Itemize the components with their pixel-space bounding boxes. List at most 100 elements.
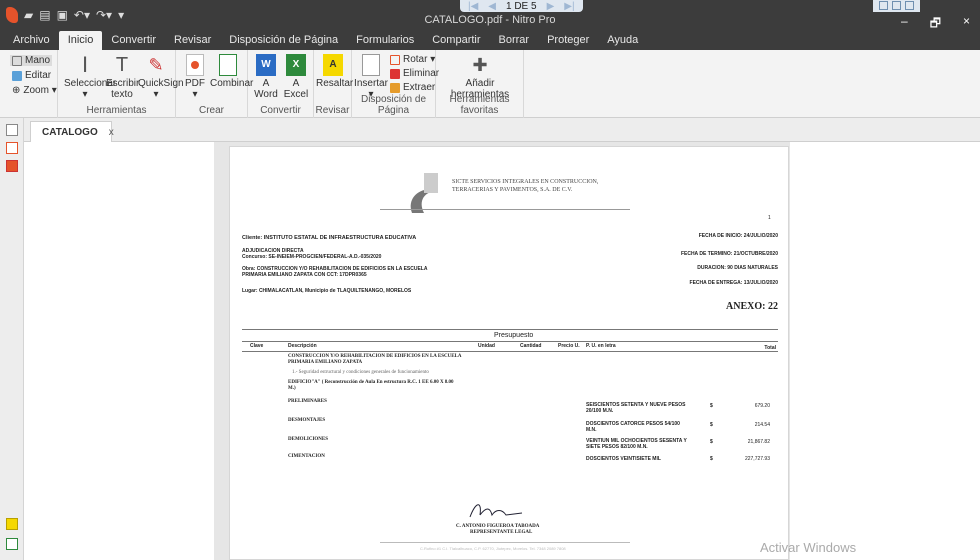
company-name-line1: SICTE SERVICIOS INTEGRALES EN CONSTRUCCI… [452,179,599,185]
rotate-label: Rotar ▾ [403,54,436,65]
tab-archivo[interactable]: Archivo [4,31,59,50]
col-unidad: Unidad [478,343,495,349]
tab-borrar[interactable]: Borrar [490,31,539,50]
company-name-line2: TERRACERIAS Y PAVIMENTOS, S.A. DE C.V. [452,187,573,193]
row-total: 21,867.82 [747,439,770,445]
pages-panel-icon[interactable] [5,124,18,136]
pdf-button[interactable]: PDF ▾ [180,54,210,100]
extract-icon [390,82,400,93]
table-header-rule [242,341,778,342]
hand-tool-button[interactable]: Mano [10,55,53,66]
next-page-icon[interactable]: ▶ [547,1,555,12]
pdf-page[interactable]: SICTE SERVICIOS INTEGRALES EN CONSTRUCCI… [229,146,789,560]
view-mode-buttons [873,0,920,12]
table-top-rule [242,329,778,330]
comments-panel-icon[interactable] [6,518,18,530]
delivery-date: FECHA DE ENTREGA: 13/JULIO/2020 [689,280,778,286]
duration: DURACION: 90 DIAS NATURALES [697,265,778,271]
add-tools-label-1: Añadir [465,78,495,89]
zoom-button[interactable]: ⊕ Zoom ▾ [12,85,57,96]
signer-title: REPRESENTANTE LEGAL [470,530,533,535]
to-excel-label-1: A [292,78,300,89]
row-currency: $ [710,456,713,462]
tab-ayuda[interactable]: Ayuda [598,31,647,50]
desc-line5: M.) [288,386,296,391]
delete-label: Eliminar [403,68,440,79]
view-facing-icon[interactable] [905,1,914,10]
client-line: Cliente: INSTITUTO ESTATAL DE INFRAESTRU… [242,235,417,241]
view-continuous-icon[interactable] [892,1,901,10]
document-viewport[interactable]: SICTE SERVICIOS INTEGRALES EN CONSTRUCCI… [24,142,980,560]
highlight-button[interactable]: A Resaltar [316,54,353,89]
rotate-button[interactable]: Rotar ▾ [390,54,435,65]
type-text-button[interactable]: T Escribir texto [106,54,139,100]
tab-revisar[interactable]: Revisar [165,31,220,50]
tab-formularios[interactable]: Formularios [347,31,423,50]
end-date: FECHA DE TERMINO: 21/OCTUBRE/2020 [680,251,778,257]
to-excel-label-2: Excel [283,89,309,100]
doc-tab-catalogo[interactable]: CATALOGO x [30,121,114,142]
combine-label: Combinar [210,78,254,89]
row-letra-2: 20/100 M.N. [586,408,614,414]
tab-inicio[interactable]: Inicio [58,31,103,50]
select-text-icon: I [81,52,89,77]
pen-icon: ✎ [148,55,164,75]
row-letra-1: DOSCIENTOS CATORCE PESOS 54/100 [586,421,680,427]
to-excel-button[interactable]: X A Excel [282,54,310,100]
footer-address: C.Rufino #1 C.I. Tlalcalhuaco, C.P. 6277… [420,546,566,551]
ribbon: Mano Editar ⊕ Zoom ▾ I Seleccionar ▾ T Es… [0,50,980,118]
edit-tool-button[interactable]: Editar [12,70,51,81]
word-icon: W [256,54,276,76]
crear-group: PDF ▾ Combinar Crear [176,50,253,118]
tools-icon: ✚ [472,55,488,75]
last-page-icon[interactable]: ▶| [564,1,574,12]
revisar-label: Revisar [315,105,350,116]
zoom-label: Zoom ▾ [23,85,57,96]
revisar-group: A Resaltar Revisar [314,50,353,118]
edit-icon [12,70,22,81]
favoritas-label: Herramientas favoritas [449,94,510,116]
select-button[interactable]: I Seleccionar ▾ [64,52,116,101]
table-title: Presupuesto [494,332,534,339]
page-indicator[interactable]: 1 DE 5 [506,1,537,12]
anexo-label: ANEXO: 22 [726,301,778,312]
tab-compartir[interactable]: Compartir [423,31,489,50]
document-tabs: CATALOGO x [24,118,980,142]
col-precio: Precio U. [558,343,580,349]
tab-disposicion[interactable]: Disposición de Página [220,31,347,50]
location: Lugar: CHIMALACATLAN, Municipio de TLAQU… [242,288,412,294]
row-currency: $ [710,422,713,428]
close-tab-icon[interactable]: x [109,127,114,138]
tab-convertir[interactable]: Convertir [102,31,165,50]
signature-panel-icon[interactable] [6,538,18,550]
crear-label: Crear [198,105,224,116]
row-total: 227,727.93 [744,456,770,462]
attachments-panel-icon[interactable] [5,142,18,154]
desc-line3: 1.- Seguridad estructural y condiciones … [292,370,429,375]
prev-page-icon[interactable]: ◀ [488,1,496,12]
first-page-icon[interactable]: |◀ [468,1,478,12]
combine-button[interactable]: Combinar [210,54,253,89]
page-number: 1 [768,215,771,221]
extract-button[interactable]: Extraer [390,82,435,93]
combine-icon [219,54,237,76]
trash-icon [390,68,400,79]
delete-page-button[interactable]: Eliminar [390,68,439,79]
highlight-icon: A [323,54,343,76]
to-word-button[interactable]: W A Word [252,54,280,100]
bookmarks-panel-icon[interactable] [5,160,18,172]
concurso: Concurso: SE-INEIEM-PROGCIEN/FEDERAL-A.D… [242,254,382,260]
row-name: CIMENTACION [288,454,325,459]
edit-tool-label: Editar [25,70,52,81]
view-single-icon[interactable] [879,1,888,10]
extract-label: Extraer [403,82,436,93]
to-word-label-2: Word [254,89,278,100]
quicksign-button[interactable]: ✎ QuickSign ▾ [138,54,184,100]
col-cantidad: Cantidad [520,343,542,349]
convertir-label: Convertir [260,105,301,116]
obra-line2: PRIMARIA EMILIANO ZAPATA CON CCT: 17DPR0… [242,272,367,278]
tab-proteger[interactable]: Proteger [538,31,598,50]
view-tools-group: Mano Editar ⊕ Zoom ▾ [0,50,58,118]
favoritas-group: ✚ Añadir herramientas Herramientas favor… [436,50,524,118]
row-letra-2: SIETE PESOS 82/100 M.N. [586,444,648,450]
